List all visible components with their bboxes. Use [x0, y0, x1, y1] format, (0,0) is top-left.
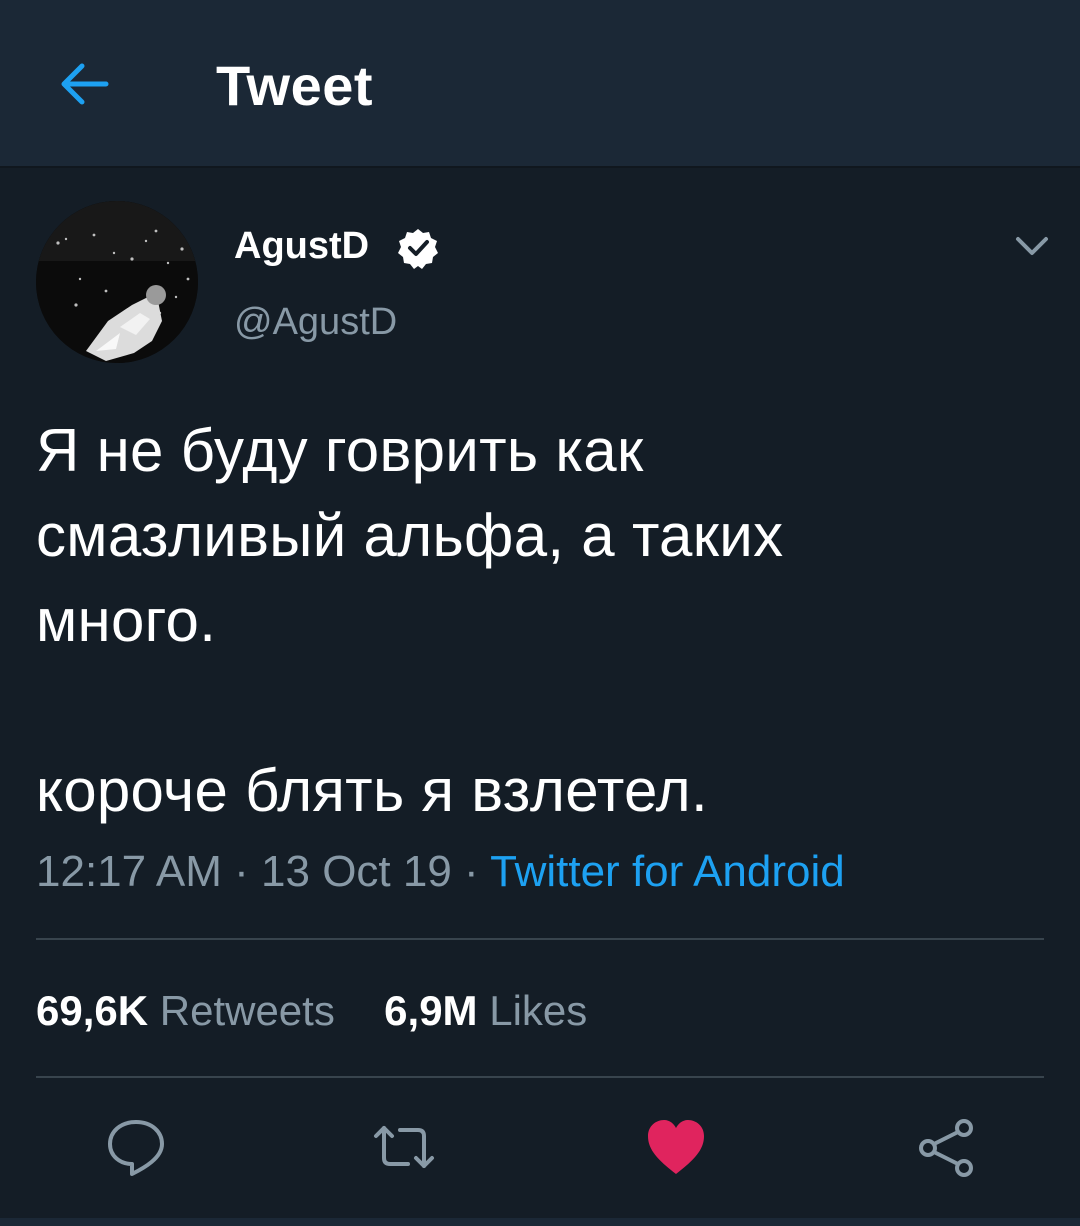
bottom-edge: [0, 1218, 1080, 1226]
retweets-count: 69,6K: [36, 987, 149, 1034]
share-icon[interactable]: [914, 1116, 978, 1178]
retweet-icon[interactable]: [372, 1116, 436, 1178]
author-name[interactable]: AgustD: [234, 222, 369, 270]
avatar-image: [36, 201, 198, 363]
author-handle[interactable]: @AgustD: [234, 298, 397, 346]
page-title: Tweet: [216, 54, 374, 117]
tweet-date: 13 Oct 19: [261, 847, 452, 896]
tweet-text: Я не буду говрить как смазливый альфа, а…: [36, 417, 784, 824]
like-icon[interactable]: [644, 1116, 708, 1178]
retweets-stat[interactable]: 69,6K Retweets: [36, 987, 347, 1034]
engagement-stats: 69,6K Retweets 6,9M Likes: [36, 984, 587, 1038]
tweet-time: 12:17 AM: [36, 847, 222, 896]
chevron-down-icon[interactable]: [1010, 228, 1054, 264]
tweet-source-link[interactable]: Twitter for Android: [490, 847, 845, 896]
reply-icon[interactable]: [104, 1116, 168, 1178]
top-app-bar: Tweet: [0, 0, 1080, 168]
divider: [36, 1076, 1044, 1078]
likes-stat[interactable]: 6,9M Likes: [384, 987, 587, 1034]
meta-separator: ·: [464, 847, 479, 896]
retweets-label: Retweets: [159, 987, 335, 1034]
divider: [36, 938, 1044, 940]
verified-badge-icon: [398, 229, 438, 269]
meta-separator: ·: [234, 847, 249, 896]
avatar[interactable]: [36, 201, 198, 363]
back-arrow-icon[interactable]: [54, 56, 114, 112]
likes-label: Likes: [489, 987, 588, 1034]
likes-count: 6,9M: [384, 987, 478, 1034]
tweet-metadata: 12:17 AM · 13 Oct 19 · Twitter for Andro…: [36, 844, 845, 900]
